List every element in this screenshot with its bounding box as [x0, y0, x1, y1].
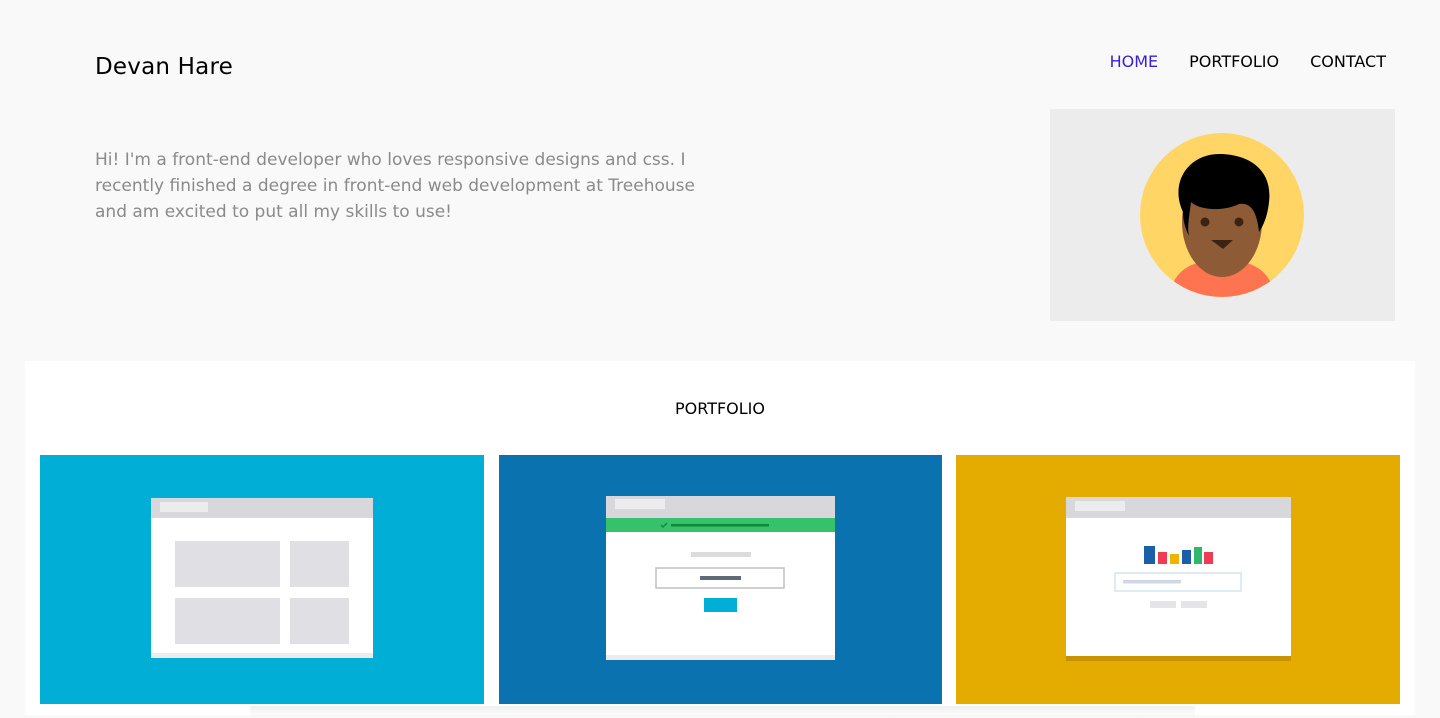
portfolio-section: PORTFOLIO: [25, 361, 1415, 715]
layout-grid-mockup-icon: [40, 455, 484, 704]
intro-text: Hi! I'm a front-end developer who loves …: [95, 150, 695, 222]
portfolio-card-1[interactable]: [40, 455, 484, 704]
analytics-dashboard-mockup-icon: [956, 455, 1400, 704]
main-nav: HOME PORTFOLIO CONTACT: [1110, 52, 1386, 71]
portfolio-heading: PORTFOLIO: [675, 399, 765, 418]
portfolio-card-2[interactable]: [499, 455, 942, 704]
nav-contact-link[interactable]: CONTACT: [1310, 52, 1386, 71]
portfolio-card-3[interactable]: [956, 455, 1400, 704]
nav-home-link[interactable]: HOME: [1110, 52, 1159, 71]
nav-portfolio-link[interactable]: PORTFOLIO: [1189, 52, 1279, 71]
signup-form-mockup-icon: [499, 455, 942, 704]
brand-name[interactable]: Devan Hare: [95, 54, 233, 80]
avatar-panel: [1050, 109, 1395, 321]
scroll-shadow: [250, 706, 1195, 718]
avatar-illustration-icon: [1140, 133, 1304, 297]
